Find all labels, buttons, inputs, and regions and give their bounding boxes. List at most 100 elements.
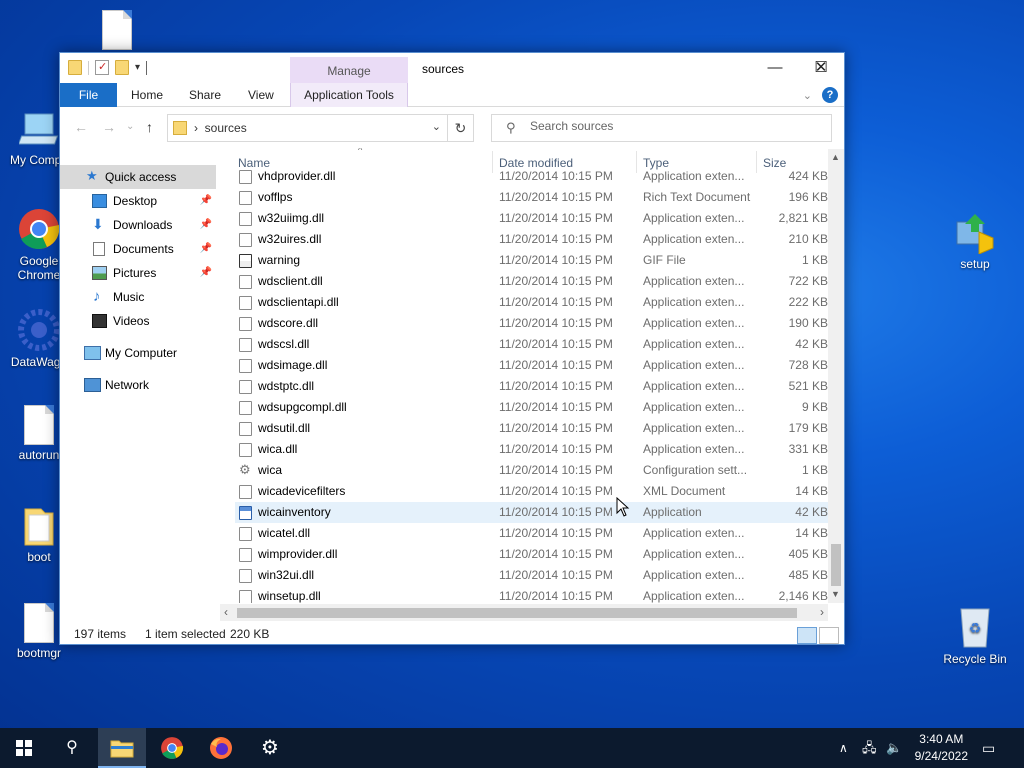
- title-bar[interactable]: ▾ Manage sources — ☐: [60, 53, 844, 83]
- desktop-icon-recycle-bin[interactable]: ♻ Recycle Bin: [936, 603, 1014, 666]
- vertical-scrollbar[interactable]: ▲ ▼: [828, 149, 844, 603]
- scroll-down-icon[interactable]: ▼: [831, 589, 840, 599]
- scroll-right-icon[interactable]: ›: [820, 605, 824, 619]
- help-icon[interactable]: ?: [822, 87, 838, 103]
- file-row[interactable]: wimprovider.dll 11/20/2014 10:15 PM Applic…: [235, 544, 830, 565]
- file-type: Application exten...: [643, 358, 745, 372]
- nav-item-music[interactable]: ♪ Music: [60, 285, 216, 309]
- up-arrow-icon[interactable]: ↑: [146, 119, 153, 135]
- recent-locations-icon[interactable]: ⌄: [126, 121, 134, 132]
- large-icons-view-icon[interactable]: [819, 627, 839, 644]
- file-name: wdsimage.dll: [258, 358, 328, 372]
- scroll-left-icon[interactable]: ‹: [224, 605, 228, 619]
- show-hidden-icons[interactable]: ∧: [839, 728, 848, 768]
- dll-file-icon: [239, 380, 252, 394]
- tab-application-tools[interactable]: Application Tools: [290, 83, 408, 107]
- properties-icon[interactable]: [95, 60, 109, 75]
- file-size: 14 KB: [795, 484, 828, 498]
- scroll-thumb[interactable]: [237, 608, 797, 618]
- desktop-icon-label: autorun: [18, 448, 60, 462]
- taskbar-file-explorer[interactable]: [98, 728, 146, 768]
- file-date: 11/20/2014 10:15 PM: [499, 484, 613, 498]
- file-row[interactable]: wicatel.dll 11/20/2014 10:15 PM Applicatio…: [235, 523, 830, 544]
- nav-item-desktop[interactable]: Desktop 📌: [60, 189, 216, 213]
- file-row[interactable]: w32uiimg.dll 11/20/2014 10:15 PM Applicati…: [235, 208, 830, 229]
- nav-item-documents[interactable]: Documents 📌: [60, 237, 216, 261]
- manage-context-tab[interactable]: Manage: [290, 57, 408, 83]
- file-row[interactable]: wica.dll 11/20/2014 10:15 PM Application e…: [235, 439, 830, 460]
- new-folder-icon[interactable]: [115, 60, 129, 75]
- file-row[interactable]: wdsupgcompl.dll 11/20/2014 10:15 PM Applic…: [235, 397, 830, 418]
- file-type: XML Document: [643, 484, 726, 498]
- desktop-icon-setup[interactable]: setup: [936, 210, 1014, 271]
- nav-item-videos[interactable]: Videos: [60, 309, 216, 333]
- file-row[interactable]: wdsclientapi.dll 11/20/2014 10:15 PM Appli…: [235, 292, 830, 313]
- file-name: wdsclientapi.dll: [258, 295, 339, 309]
- breadcrumb[interactable]: › sources: [194, 121, 247, 135]
- taskbar-chrome[interactable]: [148, 728, 196, 768]
- config-file-icon: ⚙: [239, 462, 251, 477]
- pin-icon[interactable]: 📌: [200, 189, 212, 213]
- pin-icon[interactable]: 📌: [200, 261, 212, 285]
- file-row[interactable]: w32uires.dll 11/20/2014 10:15 PM Applicati…: [235, 229, 830, 250]
- desktop-icon-top-file[interactable]: [78, 10, 156, 53]
- setup-icon: [956, 214, 994, 254]
- file-row[interactable]: vhdprovider.dll 11/20/2014 10:15 PM Applic…: [235, 166, 830, 187]
- taskbar-firefox[interactable]: [197, 728, 245, 768]
- file-name: vofflps: [258, 190, 293, 204]
- expand-ribbon-icon[interactable]: ⌄: [803, 89, 812, 102]
- file-date: 11/20/2014 10:15 PM: [499, 547, 613, 561]
- nav-item-quick-access[interactable]: ★ Quick access: [60, 165, 216, 189]
- tab-share[interactable]: Share: [175, 83, 235, 107]
- tab-view[interactable]: View: [234, 83, 288, 107]
- details-view-icon[interactable]: [797, 627, 817, 644]
- file-row[interactable]: wdscore.dll 11/20/2014 10:15 PM Applicatio…: [235, 313, 830, 334]
- file-size: 179 KB: [788, 421, 828, 435]
- file-list: ^ Name Date modified Type Size vhdprovid…: [220, 148, 844, 603]
- nav-item-my-computer[interactable]: My Computer: [60, 341, 216, 365]
- pin-icon[interactable]: 📌: [200, 213, 212, 237]
- start-button[interactable]: [0, 728, 48, 768]
- file-row[interactable]: vofflps 11/20/2014 10:15 PM Rich Text Docu…: [235, 187, 830, 208]
- search-box[interactable]: ⚲: [491, 114, 832, 142]
- address-bar[interactable]: › sources ⌄ ↻: [167, 114, 474, 142]
- horizontal-scrollbar[interactable]: ‹ ›: [220, 604, 828, 621]
- file-row[interactable]: wicadevicefilters 11/20/2014 10:15 PM XML …: [235, 481, 830, 502]
- file-row[interactable]: win32ui.dll 11/20/2014 10:15 PM Applicatio…: [235, 565, 830, 586]
- file-type: Configuration sett...: [643, 463, 748, 477]
- settings-icon: ⚙: [261, 737, 279, 759]
- tab-home[interactable]: Home: [117, 83, 177, 107]
- search-input[interactable]: [530, 119, 820, 133]
- nav-item-label: Pictures: [113, 266, 157, 280]
- scroll-thumb[interactable]: [831, 544, 841, 586]
- scroll-up-icon[interactable]: ▲: [831, 152, 840, 162]
- action-center-button[interactable]: ▭: [982, 728, 995, 768]
- search-button[interactable]: ⚲: [48, 728, 96, 768]
- file-row[interactable]: wdsutil.dll 11/20/2014 10:15 PM Applicatio…: [235, 418, 830, 439]
- file-row[interactable]: winsetup.dll 11/20/2014 10:15 PM Applicati…: [235, 586, 830, 603]
- taskbar-settings[interactable]: ⚙: [246, 728, 294, 768]
- network-tray-icon[interactable]: 🖧: [862, 728, 877, 768]
- refresh-icon[interactable]: ↻: [447, 115, 473, 141]
- customize-qat-icon[interactable]: ▾: [135, 62, 140, 73]
- nav-item-network[interactable]: Network: [60, 373, 216, 397]
- file-row[interactable]: wdsclient.dll 11/20/2014 10:15 PM Applicat…: [235, 271, 830, 292]
- file-row[interactable]: ⚙ wica 11/20/2014 10:15 PM Configuration se…: [235, 460, 830, 481]
- file-row[interactable]: wicainventory 11/20/2014 10:15 PM Applicat…: [235, 502, 830, 523]
- pin-icon[interactable]: 📌: [200, 237, 212, 261]
- window-title: sources: [422, 62, 465, 76]
- file-row[interactable]: wdstptc.dll 11/20/2014 10:15 PM Applicatio…: [235, 376, 830, 397]
- volume-icon[interactable]: 🔈: [886, 728, 902, 768]
- file-row[interactable]: warning 11/20/2014 10:15 PM GIF File 1 KB: [235, 250, 830, 271]
- chevron-down-icon[interactable]: ⌄: [432, 120, 441, 133]
- nav-item-pictures[interactable]: Pictures 📌: [60, 261, 216, 285]
- file-row[interactable]: wdscsl.dll 11/20/2014 10:15 PM Application…: [235, 334, 830, 355]
- clock[interactable]: 3:40 AM 9/24/2022: [915, 731, 968, 765]
- close-button[interactable]: ✕: [798, 53, 844, 83]
- back-arrow-icon[interactable]: ←: [74, 119, 88, 135]
- nav-item-downloads[interactable]: ⬇ Downloads 📌: [60, 213, 216, 237]
- forward-arrow-icon[interactable]: →: [102, 119, 116, 135]
- breadcrumb-sources[interactable]: sources: [205, 121, 247, 135]
- tab-file[interactable]: File: [60, 83, 117, 107]
- file-row[interactable]: wdsimage.dll 11/20/2014 10:15 PM Applicati…: [235, 355, 830, 376]
